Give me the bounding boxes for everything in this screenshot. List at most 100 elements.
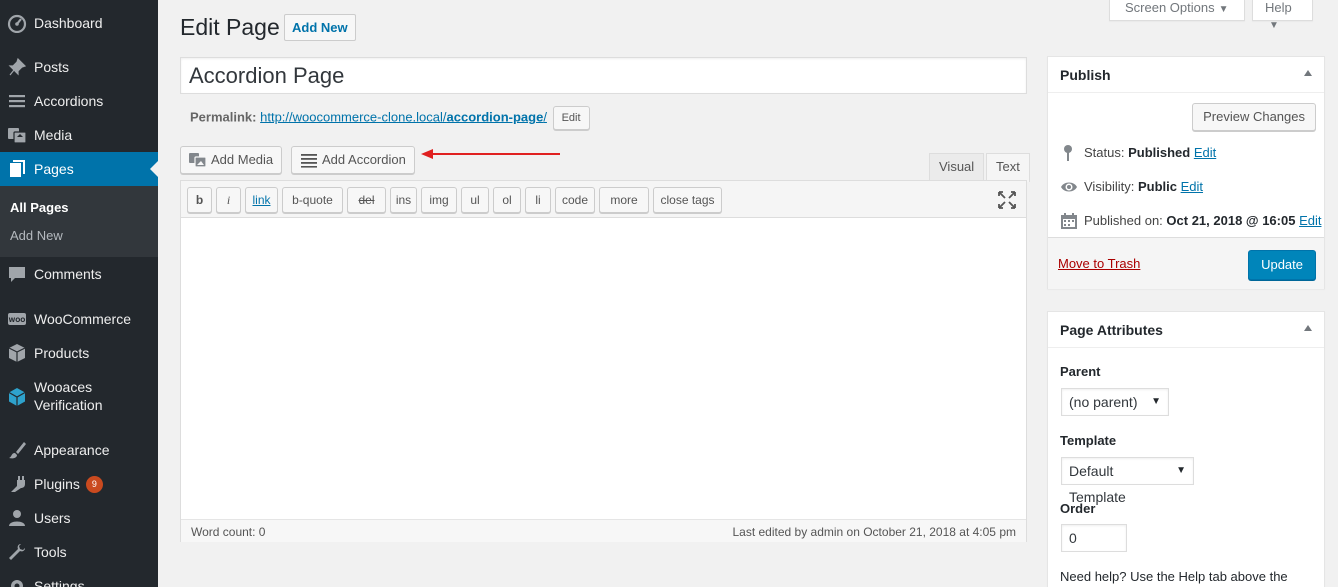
menu-woocommerce[interactable]: WOO WooCommerce	[0, 308, 158, 330]
permalink-label: Permalink:	[190, 109, 257, 125]
publish-box-header[interactable]: Publish	[1048, 57, 1324, 93]
menu-users-label: Users	[34, 510, 71, 526]
help-text: Need help? Use the Help tab above the	[1060, 569, 1288, 584]
add-accordion-button[interactable]: Add Accordion	[291, 146, 415, 174]
update-button[interactable]: Update	[1248, 250, 1316, 280]
page-attributes-title: Page Attributes	[1060, 322, 1163, 338]
menu-settings[interactable]: Settings	[0, 575, 158, 587]
quicktag-code-button[interactable]: code	[555, 187, 595, 213]
comment-icon	[9, 267, 25, 282]
collapse-arrow-icon[interactable]	[1304, 325, 1312, 331]
menu-comments-label: Comments	[34, 266, 102, 282]
active-menu-arrow	[150, 161, 158, 177]
quicktag-i-button[interactable]: i	[216, 187, 241, 213]
post-title-input[interactable]: Accordion Page	[180, 57, 1027, 94]
editor-content-area[interactable]	[181, 219, 1026, 519]
screen-options-tab[interactable]: Screen Options ▼	[1109, 0, 1245, 21]
menu-plugins-label: Plugins 9	[34, 475, 103, 494]
order-label: Order	[1060, 501, 1096, 516]
submenu-add-new[interactable]: Add New	[10, 228, 63, 243]
status-label: Status:	[1084, 145, 1125, 160]
menu-users[interactable]: Users	[0, 507, 158, 529]
media-icon	[189, 153, 207, 168]
permalink-link[interactable]: http://woocommerce-clone.local/accordion…	[260, 109, 547, 124]
pages-submenu: All Pages Add New	[0, 186, 158, 257]
fullscreen-icon[interactable]	[998, 191, 1016, 209]
cube-icon	[8, 388, 26, 406]
order-input[interactable]: 0	[1061, 524, 1127, 552]
menu-accordions-label: Accordions	[34, 93, 104, 109]
menu-tools[interactable]: Tools	[0, 541, 158, 563]
caret-down-icon: ▼	[1269, 20, 1279, 31]
pin-icon	[1064, 145, 1072, 161]
preview-changes-button[interactable]: Preview Changes	[1192, 103, 1316, 131]
template-select[interactable]: Default Template ▼	[1061, 457, 1194, 505]
move-to-trash-link[interactable]: Move to Trash	[1058, 256, 1140, 271]
add-new-button[interactable]: Add New	[284, 14, 356, 41]
add-media-button[interactable]: Add Media	[180, 146, 283, 174]
menu-media[interactable]: Media	[0, 124, 158, 146]
menu-posts[interactable]: Posts	[0, 56, 158, 78]
quicktag-close-tags-button[interactable]: close tags	[653, 187, 722, 213]
permalink-edit-button[interactable]: Edit	[552, 106, 590, 130]
submenu-all-pages[interactable]: All Pages	[10, 200, 69, 215]
add-media-label: Add Media	[211, 152, 274, 167]
media-icon	[8, 128, 27, 144]
menu-appearance-label: Appearance	[34, 442, 110, 458]
admin-sidebar: Dashboard Posts Accordions Media Pages A…	[0, 0, 158, 587]
menu-pages[interactable]: Pages	[0, 152, 158, 186]
menu-plugins[interactable]: Plugins 9	[0, 473, 158, 495]
published-label: Published on:	[1084, 213, 1163, 228]
menu-products-label: Products	[34, 345, 90, 361]
quicktag-img-button[interactable]: img	[421, 187, 457, 213]
help-tab[interactable]: Help ▼	[1252, 0, 1313, 31]
quicktag-b-quote-button[interactable]: b-quote	[282, 187, 343, 213]
menu-dashboard[interactable]: Dashboard	[0, 12, 158, 34]
page-attributes-box: Page Attributes Parent (no parent) ▼ Tem…	[1047, 311, 1325, 587]
menu-products[interactable]: Products	[0, 342, 158, 364]
quicktag-b-button[interactable]: b	[187, 187, 212, 213]
page-title: Edit Page	[180, 14, 280, 40]
published-edit-link[interactable]: Edit	[1299, 213, 1321, 228]
tab-text[interactable]: Text	[986, 153, 1030, 182]
menu-comments[interactable]: Comments	[0, 263, 158, 285]
collapse-arrow-icon[interactable]	[1304, 70, 1312, 76]
calendar-icon	[1061, 213, 1077, 229]
help-label: Help	[1265, 0, 1292, 15]
menu-lines-icon	[9, 95, 25, 108]
menu-pages-label: Pages	[34, 161, 74, 177]
parent-select-value: (no parent)	[1069, 394, 1138, 410]
page-attributes-header[interactable]: Page Attributes	[1048, 312, 1324, 348]
settings-icon	[11, 580, 23, 587]
pages-icon	[10, 160, 25, 177]
menu-accordions[interactable]: Accordions	[0, 90, 158, 112]
status-edit-link[interactable]: Edit	[1194, 145, 1216, 160]
template-label: Template	[1060, 433, 1117, 448]
quicktag-more-button[interactable]: more	[599, 187, 649, 213]
visibility-label: Visibility:	[1084, 179, 1135, 194]
parent-label: Parent	[1060, 364, 1101, 379]
select-caret-icon: ▼	[1151, 396, 1161, 407]
wrench-icon	[9, 544, 25, 560]
menu-appearance[interactable]: Appearance	[0, 439, 158, 461]
svg-text:WOO: WOO	[9, 317, 26, 324]
publish-box: Publish Preview Changes Status: Publishe…	[1047, 56, 1325, 289]
quicktag-link-button[interactable]: link	[245, 187, 278, 213]
publish-box-title: Publish	[1060, 67, 1111, 83]
quicktag-li-button[interactable]: li	[525, 187, 551, 213]
menu-woocommerce-label: WooCommerce	[34, 311, 131, 327]
quicktag-ol-button[interactable]: ol	[493, 187, 521, 213]
menu-settings-label: Settings	[34, 578, 85, 587]
quicktag-ul-button[interactable]: ul	[461, 187, 489, 213]
quicktag-del-button[interactable]: del	[347, 187, 386, 213]
menu-tools-label: Tools	[34, 544, 67, 560]
visibility-edit-link[interactable]: Edit	[1181, 179, 1203, 194]
menu-wooaces-label-2: Verification	[34, 397, 103, 413]
menu-wooaces-verification[interactable]: Wooaces Verification	[0, 378, 158, 416]
quicktag-ins-button[interactable]: ins	[390, 187, 417, 213]
parent-select[interactable]: (no parent) ▼	[1061, 388, 1169, 416]
tab-visual[interactable]: Visual	[929, 153, 985, 181]
menu-dashboard-label: Dashboard	[34, 15, 103, 31]
permalink-base: http://woocommerce-clone.local/	[260, 109, 447, 125]
word-count: Word count: 0	[191, 525, 266, 539]
